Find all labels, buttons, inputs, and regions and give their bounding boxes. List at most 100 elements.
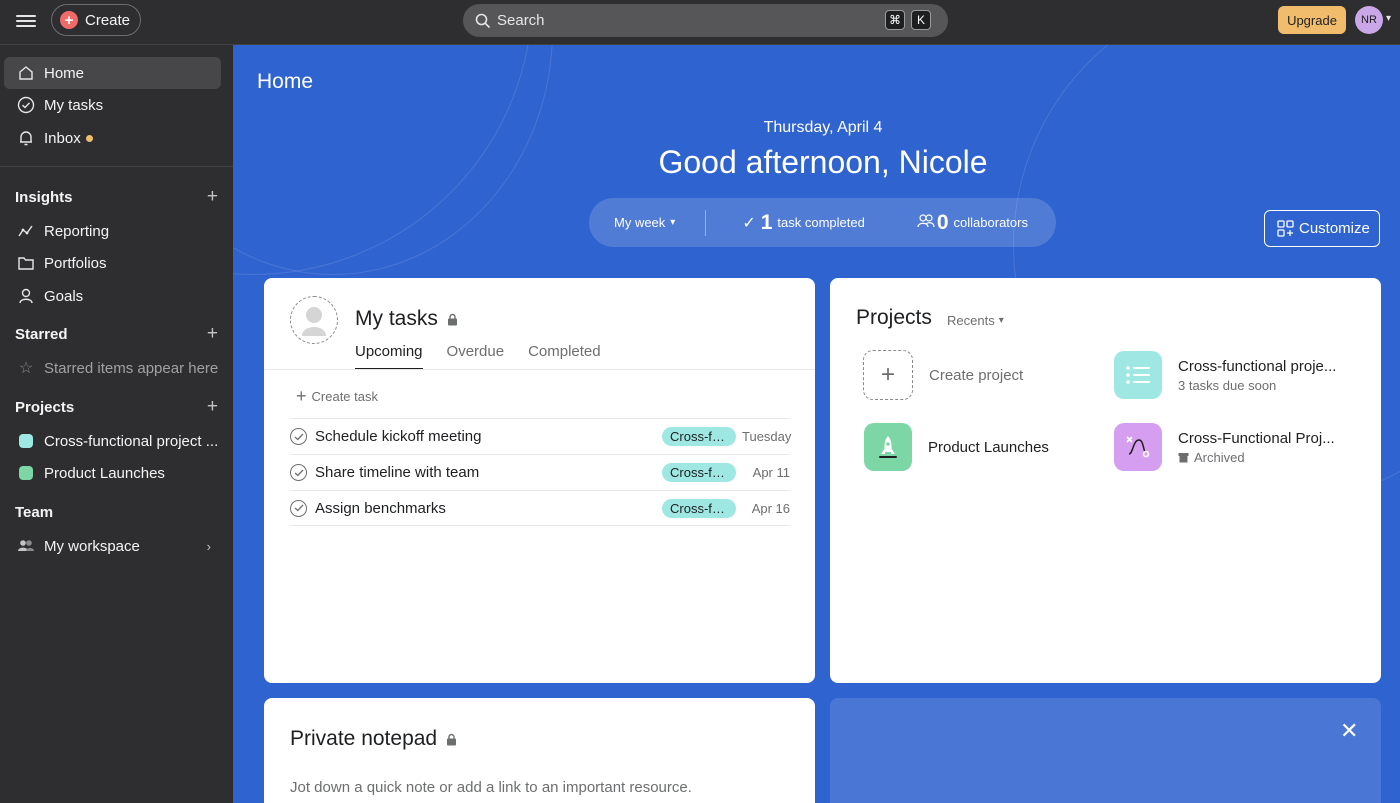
goals-icon xyxy=(16,287,36,305)
shortcut-cmd-key: ⌘ xyxy=(885,10,905,30)
team-icon xyxy=(16,537,36,555)
task-due-date: Apr 11 xyxy=(752,465,790,480)
bell-icon xyxy=(16,128,36,148)
workflow-icon xyxy=(1114,423,1162,471)
starred-empty: ☆ Starred items appear here xyxy=(4,353,221,383)
avatar[interactable]: NR xyxy=(1355,6,1383,34)
check-icon xyxy=(294,504,303,512)
project-item[interactable]: Cross-functional proje... 3 tasks due so… xyxy=(1114,351,1336,399)
project-color-swatch xyxy=(19,434,33,448)
my-tasks-title-row: My tasks xyxy=(355,307,458,331)
add-project-icon[interactable]: + xyxy=(207,396,218,418)
user-avatar-placeholder xyxy=(290,296,338,344)
top-bar: + Create Search ⌘ K Upgrade NR ▾ xyxy=(0,0,1400,45)
close-icon[interactable]: ✕ xyxy=(1340,718,1358,744)
sidebar-item-project-product-launches[interactable]: Product Launches xyxy=(4,458,221,488)
archive-icon xyxy=(1178,452,1189,462)
chevron-right-icon[interactable]: › xyxy=(207,539,211,554)
plus-icon: + xyxy=(60,11,78,29)
project-color-swatch xyxy=(19,466,33,480)
task-due-date: Apr 16 xyxy=(751,500,790,516)
insights-header: Insights + xyxy=(15,185,218,209)
tab-upcoming[interactable]: Upcoming xyxy=(355,343,423,370)
recents-label: Recents xyxy=(947,313,995,328)
task-row[interactable]: Share timeline with team Cross-fu... Apr… xyxy=(290,454,790,490)
plus-icon: + xyxy=(863,350,913,400)
lock-icon xyxy=(447,733,457,745)
collaborators-label: collaborators xyxy=(953,215,1028,230)
sidebar-item-project-cross-functional[interactable]: Cross-functional project ... xyxy=(4,426,221,456)
task-name[interactable]: Assign benchmarks xyxy=(315,500,662,517)
sidebar-item-goals[interactable]: Goals xyxy=(4,281,221,311)
task-name[interactable]: Share timeline with team xyxy=(315,464,662,481)
project-status: 3 tasks due soon xyxy=(1178,377,1277,393)
tasks-completed-label: task completed xyxy=(777,215,865,230)
task-project-tag[interactable]: Cross-fu... xyxy=(662,498,736,518)
tab-overdue[interactable]: Overdue xyxy=(447,343,505,370)
lock-icon xyxy=(447,313,457,325)
unread-dot-icon xyxy=(85,134,93,142)
sidebar-divider xyxy=(0,166,233,167)
tab-completed[interactable]: Completed xyxy=(528,343,601,370)
create-task-label: Create task xyxy=(311,389,378,404)
search-input[interactable]: Search ⌘ K xyxy=(463,4,948,37)
recents-dropdown[interactable]: Recents ▾ xyxy=(947,313,1004,328)
folder-icon xyxy=(16,254,36,272)
task-project-tag[interactable]: Cross-fu... xyxy=(662,427,736,446)
upgrade-button[interactable]: Upgrade xyxy=(1278,6,1346,34)
reporting-icon xyxy=(16,222,36,240)
task-complete-checkbox[interactable] xyxy=(290,464,307,481)
sidebar-item-label: Product Launches xyxy=(44,464,165,482)
sidebar-item-inbox[interactable]: Inbox xyxy=(4,122,221,154)
notepad-title: Private notepad xyxy=(290,727,438,750)
projects-header: Projects + xyxy=(15,395,218,419)
projects-title: Projects xyxy=(856,306,932,329)
menu-icon[interactable] xyxy=(16,12,36,30)
stats-bar: My week ▾ ✓ 1 task completed 0 collabora… xyxy=(589,198,1056,247)
project-color-square xyxy=(16,466,36,480)
sidebar-item-label: Home xyxy=(44,64,85,82)
sidebar-item-portfolios[interactable]: Portfolios xyxy=(4,248,221,278)
my-tasks-tabs: Upcoming Overdue Completed xyxy=(355,343,625,370)
task-name[interactable]: Schedule kickoff meeting xyxy=(315,428,662,445)
sidebar-item-reporting[interactable]: Reporting xyxy=(4,216,221,246)
create-project-label: Create project xyxy=(929,366,1024,384)
create-project-button[interactable]: + Create project xyxy=(863,350,1023,400)
project-item[interactable]: Cross-Functional Proj... Archived xyxy=(1114,423,1335,471)
customize-button[interactable]: Customize xyxy=(1264,210,1380,247)
star-icon: ☆ xyxy=(18,360,34,377)
project-name: Product Launches xyxy=(928,438,1049,456)
sidebar-item-my-tasks[interactable]: My tasks xyxy=(4,89,221,121)
create-button[interactable]: + Create xyxy=(51,4,141,36)
period-label: My week xyxy=(614,215,666,230)
create-task-button[interactable]: + Create task xyxy=(296,386,378,407)
sidebar-item-label: My workspace xyxy=(44,537,140,555)
page-title: Home xyxy=(257,70,314,93)
add-starred-icon[interactable]: + xyxy=(207,323,218,345)
chevron-down-icon: ▾ xyxy=(998,315,1004,326)
projects-title: Projects xyxy=(15,398,75,416)
project-item[interactable]: Product Launches xyxy=(864,423,1049,471)
task-project-tag[interactable]: Cross-fu... xyxy=(662,463,736,482)
task-complete-checkbox[interactable] xyxy=(290,428,307,445)
period-dropdown[interactable]: My week ▾ xyxy=(614,215,675,230)
sidebar-item-my-workspace[interactable]: My workspace › xyxy=(4,531,221,561)
check-icon xyxy=(294,433,303,440)
dismissible-widget: ✕ xyxy=(830,698,1381,803)
starred-title: Starred xyxy=(15,325,68,343)
sidebar-item-label: Goals xyxy=(44,287,84,305)
person-silhouette-icon xyxy=(302,307,326,336)
sidebar-item-home[interactable]: Home xyxy=(4,57,221,89)
chevron-down-icon[interactable]: ▾ xyxy=(1386,13,1391,24)
notepad-input[interactable]: Jot down a quick note or add a link to a… xyxy=(290,779,692,796)
project-name: Cross-Functional Proj... xyxy=(1178,429,1335,447)
task-row[interactable]: Schedule kickoff meeting Cross-fu... Tue… xyxy=(290,418,791,454)
add-insight-icon[interactable]: + xyxy=(207,186,218,208)
task-row[interactable]: Assign benchmarks Cross-fu... Apr 16 xyxy=(290,490,790,526)
check-circle-icon xyxy=(16,95,36,115)
sidebar: Home My tasks Inbox Insights + Reporting… xyxy=(0,45,233,803)
project-text: Cross-functional proje... 3 tasks due so… xyxy=(1178,358,1336,393)
team-header: Team xyxy=(15,500,218,524)
task-complete-checkbox[interactable] xyxy=(290,499,307,517)
check-icon: ✓ xyxy=(742,214,756,232)
